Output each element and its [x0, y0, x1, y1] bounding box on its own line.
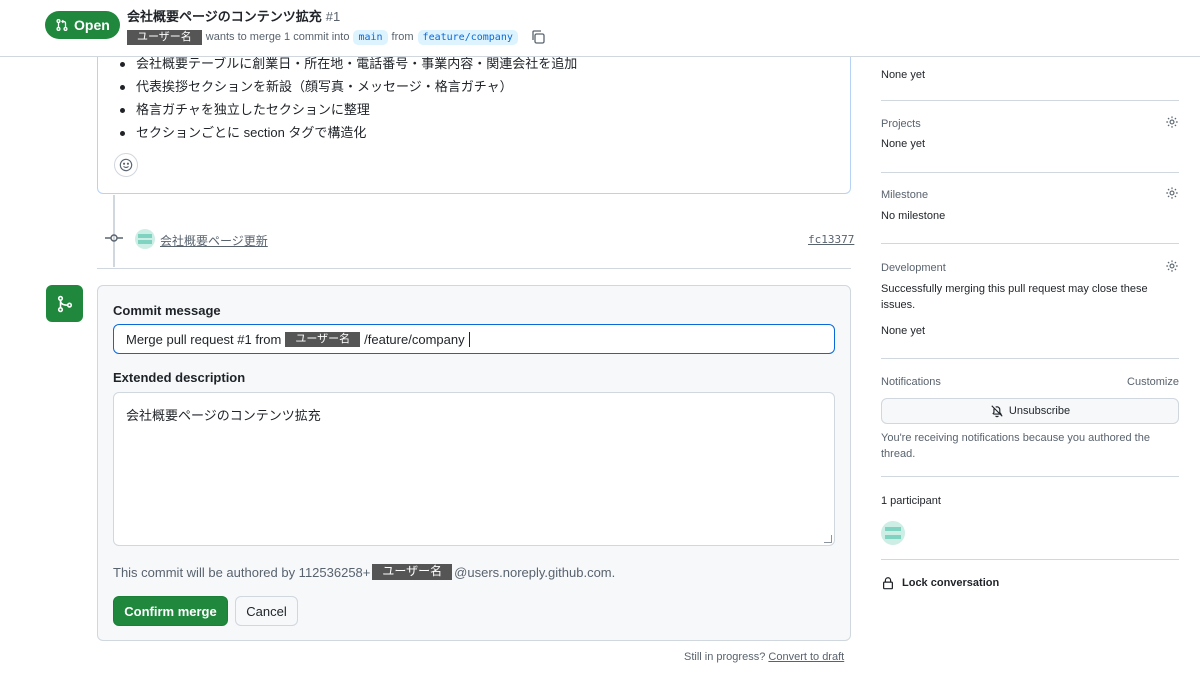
convert-to-draft-link[interactable]: Convert to draft — [768, 651, 844, 663]
head-branch[interactable]: feature/company — [417, 29, 518, 45]
pull-request-icon — [56, 19, 68, 31]
divider — [881, 358, 1179, 359]
add-reaction-button[interactable] — [114, 153, 138, 177]
authored-note: This commit will be authored by 11253625… — [113, 564, 615, 580]
commit-message-prefix: Merge pull request #1 from — [126, 331, 282, 347]
authored-user-redacted: ユーザー名 — [372, 564, 453, 580]
divider — [881, 100, 1179, 101]
avatar[interactable] — [135, 229, 155, 249]
projects-value: None yet — [881, 138, 926, 150]
reviewers-value: None yet — [881, 69, 926, 81]
development-section: Development Successfully merging this pu… — [881, 259, 1179, 337]
commit-message-link[interactable]: 会社概要ページ更新 — [160, 232, 268, 249]
commit-message-label: Commit message — [113, 303, 221, 318]
milestone-title: Milestone — [881, 189, 929, 201]
state-label: Open — [74, 17, 110, 33]
commit-message-suffix: /feature/company — [364, 331, 465, 347]
development-title: Development — [881, 262, 946, 274]
milestone-value: No milestone — [881, 210, 946, 222]
sticky-header: Open 会社概要ページのコンテンツ拡充 #1 ユーザー名 wants to me… — [0, 0, 1200, 57]
authored-prefix: This commit will be authored by 11253625… — [113, 564, 371, 580]
gear-icon[interactable] — [1165, 186, 1179, 200]
merge-status-icon — [46, 285, 83, 322]
pr-number: #1 — [325, 9, 341, 24]
projects-title: Projects — [881, 118, 921, 130]
lock-icon — [883, 577, 893, 590]
divider — [881, 243, 1179, 244]
divider — [881, 559, 1179, 560]
gear-icon[interactable] — [1165, 259, 1179, 273]
commit-icon — [105, 234, 123, 242]
extended-description-label: Extended description — [113, 370, 246, 385]
avatar[interactable] — [881, 521, 905, 545]
bell-slash-icon — [991, 405, 1003, 418]
state-badge: Open — [45, 11, 120, 39]
draft-line: Still in progress? Convert to draft — [684, 651, 844, 663]
commit-user-redacted: ユーザー名 — [285, 331, 361, 347]
projects-section: Projects None yet — [881, 115, 1179, 150]
cancel-button[interactable]: Cancel — [235, 596, 298, 626]
merge-text: wants to merge 1 commit into — [205, 31, 350, 43]
unsubscribe-label: Unsubscribe — [1008, 405, 1071, 417]
text-caret — [468, 331, 470, 347]
confirm-merge-button[interactable]: Confirm merge — [113, 596, 228, 626]
list-item: 格言ガチャを独立したセクションに整理 — [120, 98, 577, 121]
author-redacted[interactable]: ユーザー名 — [127, 29, 202, 45]
copy-icon[interactable] — [530, 29, 546, 45]
unsubscribe-button[interactable]: Unsubscribe — [881, 398, 1179, 424]
pr-title-text: 会社概要ページのコンテンツ拡充 — [127, 9, 322, 24]
smiley-icon — [119, 158, 133, 172]
draft-text: Still in progress? — [684, 651, 766, 663]
commit-sha-link[interactable]: fc13377 — [808, 233, 854, 246]
development-note: Successfully merging this pull request m… — [881, 283, 1148, 311]
gear-icon[interactable] — [1165, 115, 1179, 129]
from-text: from — [391, 31, 414, 43]
development-value: None yet — [881, 325, 926, 337]
participants-title: 1 participant — [881, 495, 941, 507]
base-branch[interactable]: main — [353, 29, 388, 45]
commit-message-input[interactable]: Merge pull request #1 from ユーザー名 /featur… — [113, 324, 835, 354]
milestone-section: Milestone No milestone — [881, 186, 1179, 222]
git-merge-icon — [57, 295, 72, 312]
divider — [97, 268, 851, 269]
customize-link[interactable]: Customize — [1127, 376, 1179, 388]
list-item: 代表挨拶セクションを新設（顔写真・メッセージ・格言ガチャ） — [120, 75, 577, 98]
timeline-line — [113, 195, 115, 267]
resize-handle[interactable] — [824, 535, 832, 543]
lock-label: Lock conversation — [902, 577, 1000, 589]
extended-description-textarea[interactable]: 会社概要ページのコンテンツ拡充 — [113, 392, 835, 546]
participants-section: 1 participant — [881, 495, 1179, 507]
pr-meta: ユーザー名 wants to merge 1 commit into main … — [127, 28, 546, 46]
divider — [881, 476, 1179, 477]
reviewers-section: None yet — [881, 69, 1179, 81]
divider — [881, 172, 1179, 173]
extended-description-value: 会社概要ページのコンテンツ拡充 — [126, 408, 321, 423]
authored-suffix: @users.noreply.github.com. — [454, 564, 616, 580]
pr-title: 会社概要ページのコンテンツ拡充 #1 — [127, 6, 340, 25]
pr-body-list: 会社概要テーブルに創業日・所在地・電話番号・事業内容・関連会社を追加 代表挨拶セ… — [120, 52, 577, 144]
list-item: セクションごとに section タグで構造化 — [120, 121, 577, 144]
notifications-section: Notifications Customize — [881, 376, 1179, 388]
lock-conversation-button[interactable]: Lock conversation — [881, 576, 999, 590]
notification-note: You're receiving notifications because y… — [881, 430, 1179, 462]
notification-note-text: You're receiving notifications because y… — [881, 432, 1150, 460]
